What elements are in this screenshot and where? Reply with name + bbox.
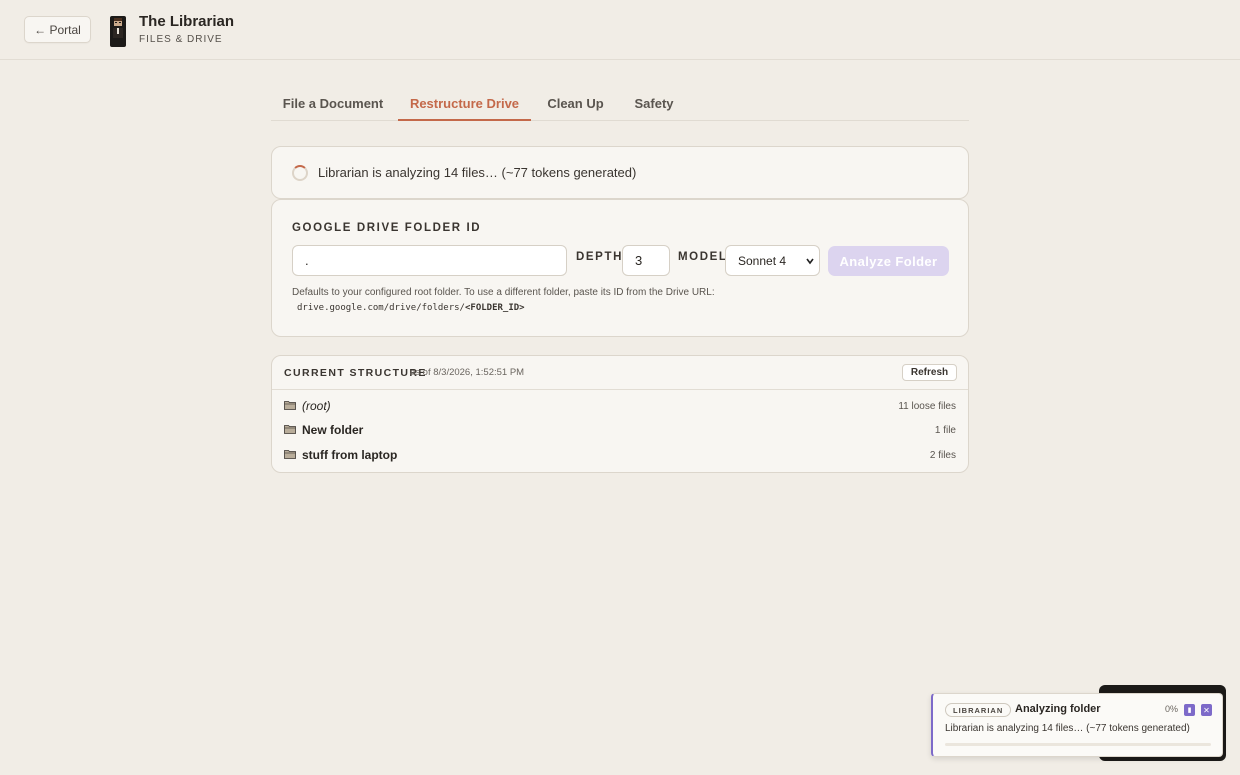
tab-bar: File a Document Restructure Drive Clean …	[271, 86, 969, 121]
structure-timestamp: as of 8/3/2026, 1:52:51 PM	[410, 367, 525, 378]
folder-name: stuff from laptop	[302, 448, 398, 462]
panel-percent: 0%	[1165, 704, 1179, 714]
folder-icon	[284, 450, 296, 459]
folder-row-root[interactable]: (root) 11 loose files	[272, 396, 968, 418]
folder-id-input[interactable]: .	[292, 245, 567, 276]
folder-file-count: 11 loose files	[898, 401, 956, 412]
depth-value: 3	[635, 253, 643, 268]
collapse-panel-icon[interactable]: ▮	[1184, 704, 1195, 716]
portal-back-button[interactable]: ← Portal	[24, 16, 91, 43]
analyze-folder-button[interactable]: Analyze Folder	[828, 246, 949, 276]
depth-label: DEPTH	[576, 251, 623, 263]
folder-row-new-folder[interactable]: New folder 1 file	[272, 420, 968, 442]
folder-file-count: 2 files	[929, 450, 956, 461]
structure-title: CURRENT STRUCTURE	[284, 367, 427, 379]
folder-id-help-text: Defaults to your configured root folder.…	[292, 287, 715, 298]
portal-back-label: ← Portal	[34, 22, 81, 37]
folder-icon	[284, 401, 296, 410]
refresh-button[interactable]: Refresh	[902, 364, 957, 381]
folder-name: New folder	[302, 423, 364, 437]
folder-id-label: GOOGLE DRIVE FOLDER ID	[292, 222, 482, 234]
tab-restructure-drive[interactable]: Restructure Drive	[398, 86, 531, 121]
folder-name: (root)	[302, 399, 331, 413]
close-panel-icon[interactable]: ✕	[1201, 704, 1212, 716]
app-subtitle: FILES & DRIVE	[139, 34, 223, 45]
top-bar: ← Portal The Librarian FILES & DRIVE	[0, 0, 1240, 60]
tab-safety[interactable]: Safety	[621, 86, 687, 121]
model-select[interactable]: Sonnet 4	[725, 245, 820, 276]
librarian-logo-icon	[110, 16, 126, 47]
tab-clean-up[interactable]: Clean Up	[535, 86, 616, 121]
folder-url-prefix: drive.google.com/drive/folders/	[297, 303, 465, 313]
tab-file-a-document[interactable]: File a Document	[271, 86, 395, 121]
progress-bar	[945, 743, 1211, 746]
current-structure-card: CURRENT STRUCTURE as of 8/3/2026, 1:52:5…	[271, 355, 969, 473]
folder-id-value: .	[305, 253, 309, 268]
app-title: The Librarian	[139, 13, 235, 30]
analyze-form-card: GOOGLE DRIVE FOLDER ID . DEPTH 3 MODEL S…	[271, 199, 969, 337]
folder-file-count: 1 file	[934, 425, 956, 436]
model-label: MODEL	[678, 251, 728, 263]
folder-row-stuff-from-laptop[interactable]: stuff from laptop 2 files	[272, 445, 968, 467]
loading-spinner-icon	[292, 165, 308, 181]
folder-url-placeholder: <FOLDER_ID>	[464, 303, 525, 313]
structure-header: CURRENT STRUCTURE as of 8/3/2026, 1:52:5…	[272, 356, 968, 390]
model-select-value: Sonnet 4	[738, 253, 787, 268]
analysis-status-text: Librarian is analyzing 14 files… (~77 to…	[318, 165, 637, 180]
folder-icon	[284, 425, 296, 434]
panel-title: Analyzing folder	[1015, 703, 1101, 715]
panel-message: Librarian is analyzing 14 files… (~77 to…	[945, 723, 1190, 734]
librarian-badge: LIBRARIAN	[945, 703, 1012, 717]
librarian-progress-panel: LIBRARIAN Analyzing folder 0% ▮ ✕ Librar…	[931, 693, 1223, 757]
depth-input[interactable]: 3	[622, 245, 670, 276]
chevron-down-icon	[806, 258, 814, 265]
analysis-status-card: Librarian is analyzing 14 files… (~77 to…	[271, 146, 969, 199]
folder-url-pattern: drive.google.com/drive/folders/<FOLDER_I…	[297, 303, 525, 313]
